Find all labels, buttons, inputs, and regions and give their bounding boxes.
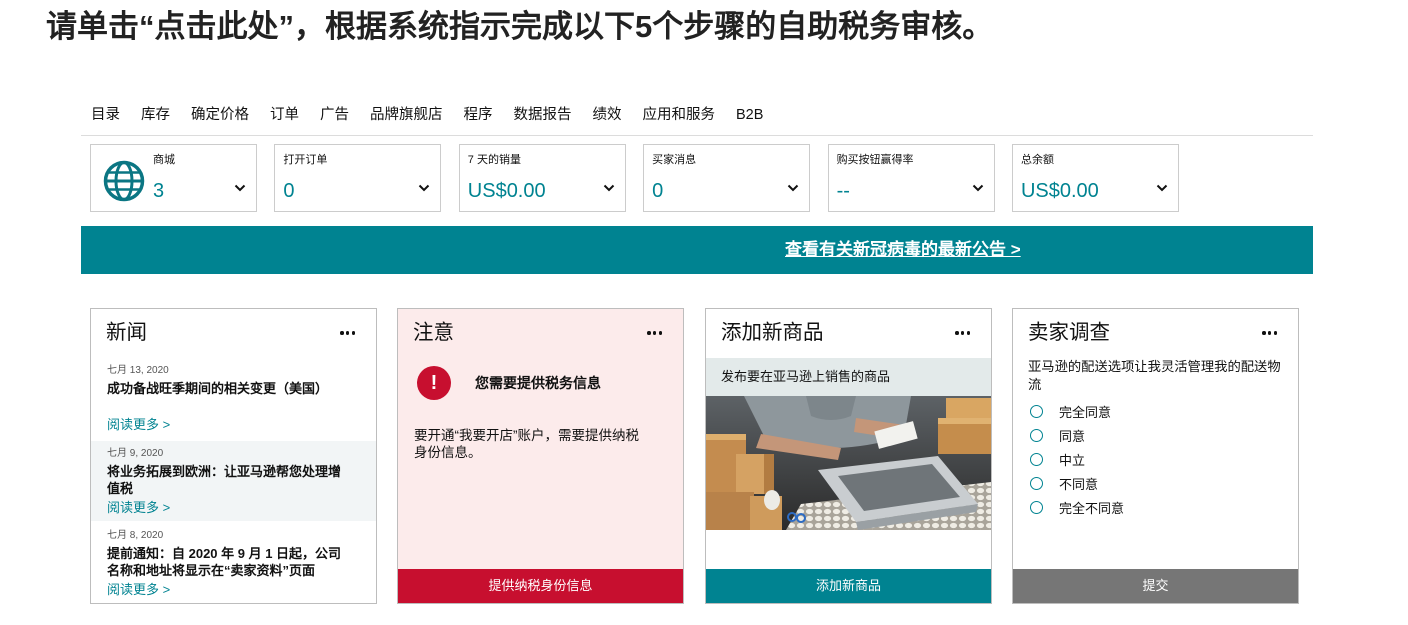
nav-item-programs[interactable]: 程序 xyxy=(464,105,493,125)
instruction-heading: 请单击“点击此处”，根据系统指示完成以下5个步骤的自助税务审核。 xyxy=(46,9,994,44)
metric-label: 7 天的销量 xyxy=(467,154,521,166)
survey-question: 亚马逊的配送选项让我灵活管理我的配送物流 xyxy=(1028,359,1281,392)
survey-option-strongly-agree[interactable]: 完全同意 xyxy=(1013,399,1124,423)
metric-card-buy-box-win-rate[interactable]: 购买按钮赢得率 -- xyxy=(827,144,995,212)
card-title: 卖家调查 xyxy=(1028,321,1110,344)
option-label: 中立 xyxy=(1059,452,1086,468)
chevron-down-icon[interactable] xyxy=(418,184,430,192)
radio-button[interactable] xyxy=(1030,428,1043,442)
add-product-card: 添加新商品 发布要在亚马逊上销售的商品 添加新商品 xyxy=(705,308,992,604)
nav-item-reports[interactable]: 数据报告 xyxy=(514,105,572,125)
news-item: 七月 9, 2020 将业务拓展到欧洲：让亚马逊帮您处理增值税 阅读更多 > xyxy=(91,441,376,521)
nav-item-pricing[interactable]: 确定价格 xyxy=(191,105,249,125)
more-icon[interactable] xyxy=(647,330,662,336)
metric-label: 购买按钮赢得率 xyxy=(836,154,914,166)
metric-label: 总余额 xyxy=(1020,154,1054,166)
news-date: 七月 8, 2020 xyxy=(107,530,164,541)
option-label: 不同意 xyxy=(1059,476,1099,492)
nav-item-performance[interactable]: 绩效 xyxy=(593,105,622,125)
news-item: 七月 8, 2020 提前通知：自 2020 年 9 月 1 日起，公司名称和地… xyxy=(91,521,376,598)
survey-option-neutral[interactable]: 中立 xyxy=(1013,447,1124,471)
option-label: 完全不同意 xyxy=(1059,500,1125,516)
radio-button[interactable] xyxy=(1030,476,1043,490)
add-product-button[interactable]: 添加新商品 xyxy=(706,569,991,603)
survey-option-agree[interactable]: 同意 xyxy=(1013,423,1124,447)
news-headline: 将业务拓展到欧洲：让亚马逊帮您处理增值税 xyxy=(107,464,342,496)
survey-option-strongly-disagree[interactable]: 完全不同意 xyxy=(1013,495,1124,519)
chevron-down-icon[interactable] xyxy=(1156,184,1168,192)
news-list: 七月 13, 2020 成功备战旺季期间的相关变更（美国） 阅读更多 > 七月 … xyxy=(91,358,376,603)
metric-card-open-orders[interactable]: 打开订单 0 xyxy=(274,144,442,212)
announcement-banner: 查看有关新冠病毒的最新公告 > xyxy=(81,226,1313,274)
covid-announcement-link[interactable]: 查看有关新冠病毒的最新公告 > xyxy=(785,226,1021,274)
metric-label: 买家消息 xyxy=(652,154,697,166)
exclamation-icon: ! xyxy=(417,366,451,400)
nav-item-stores[interactable]: 品牌旗舰店 xyxy=(370,105,443,125)
metric-value: US$0.00 xyxy=(467,180,546,202)
news-item: 七月 13, 2020 成功备战旺季期间的相关变更（美国） 阅读更多 > xyxy=(91,358,376,441)
more-icon[interactable] xyxy=(340,330,355,336)
chevron-down-icon[interactable] xyxy=(234,184,246,192)
option-label: 完全同意 xyxy=(1059,404,1112,420)
metrics-bar: 商城 3 打开订单 0 7 天的销量 US$0.00 买家消息 0 购买按钮赢得… xyxy=(90,144,1179,212)
news-date: 七月 13, 2020 xyxy=(107,365,169,376)
metric-value: 0 xyxy=(652,180,664,202)
metric-card-buyer-messages[interactable]: 买家消息 0 xyxy=(643,144,811,212)
card-title: 注意 xyxy=(413,321,454,344)
news-card: 新闻 七月 13, 2020 成功备战旺季期间的相关变更（美国） 阅读更多 > … xyxy=(90,308,377,604)
read-more-link[interactable]: 阅读更多 > xyxy=(107,581,349,598)
radio-button[interactable] xyxy=(1030,500,1043,514)
metric-value: US$0.00 xyxy=(1020,180,1099,202)
top-nav: 目录 库存 确定价格 订单 广告 品牌旗舰店 程序 数据报告 绩效 应用和服务 … xyxy=(91,105,763,125)
card-title: 添加新商品 xyxy=(721,321,824,344)
metric-card-7-day-sales[interactable]: 7 天的销量 US$0.00 xyxy=(458,144,626,212)
chevron-down-icon[interactable] xyxy=(787,184,799,192)
survey-options: 完全同意 同意 中立 不同意 完全不同意 xyxy=(1013,399,1124,519)
nav-item-orders[interactable]: 订单 xyxy=(270,105,299,125)
nav-item-advertising[interactable]: 广告 xyxy=(320,105,349,125)
more-icon[interactable] xyxy=(1262,330,1277,336)
survey-option-disagree[interactable]: 不同意 xyxy=(1013,471,1124,495)
alert-message: 要开通“我要开店”账户，需要提供纳税身份信息。 xyxy=(414,428,639,460)
chevron-down-icon[interactable] xyxy=(603,184,615,192)
submit-button[interactable]: 提交 xyxy=(1013,569,1298,603)
metric-label: 打开订单 xyxy=(283,154,328,166)
metric-value: 3 xyxy=(153,180,165,202)
metric-card-total-balance[interactable]: 总余额 US$0.00 xyxy=(1011,144,1179,212)
option-label: 同意 xyxy=(1059,428,1086,444)
chevron-down-icon[interactable] xyxy=(972,184,984,192)
seller-survey-card: 卖家调查 亚马逊的配送选项让我灵活管理我的配送物流 完全同意 同意 中立 不同意… xyxy=(1012,308,1299,604)
metric-value: -- xyxy=(836,180,850,202)
card-title: 新闻 xyxy=(106,321,147,344)
nav-item-inventory[interactable]: 库存 xyxy=(141,105,170,125)
exclamation-glyph: ! xyxy=(430,372,438,394)
alert-card: 注意 ! 您需要提供税务信息 要开通“我要开店”账户，需要提供纳税身份信息。 提… xyxy=(397,308,684,604)
news-headline: 成功备战旺季期间的相关变更（美国） xyxy=(107,381,329,396)
radio-button[interactable] xyxy=(1030,452,1043,466)
nav-item-b2b[interactable]: B2B xyxy=(736,105,763,125)
metric-label: 商城 xyxy=(153,154,175,166)
product-photo xyxy=(706,396,991,530)
news-headline: 提前通知：自 2020 年 9 月 1 日起，公司名称和地址将显示在“卖家资料”… xyxy=(107,546,342,578)
nav-item-catalog[interactable]: 目录 xyxy=(91,105,120,125)
globe-icon xyxy=(103,160,145,202)
thread-spool xyxy=(764,490,780,510)
read-more-link[interactable]: 阅读更多 > xyxy=(107,499,349,516)
metric-card-marketplaces[interactable]: 商城 3 xyxy=(90,144,257,212)
metric-value: 0 xyxy=(283,180,295,202)
more-icon[interactable] xyxy=(955,330,970,336)
nav-item-apps-services[interactable]: 应用和服务 xyxy=(643,105,716,125)
radio-button[interactable] xyxy=(1030,404,1043,418)
alert-heading: 您需要提供税务信息 xyxy=(475,375,601,391)
read-more-link[interactable]: 阅读更多 > xyxy=(107,416,349,433)
news-date: 七月 9, 2020 xyxy=(107,448,164,459)
add-product-subtitle: 发布要在亚马逊上销售的商品 xyxy=(706,358,991,396)
nav-divider xyxy=(81,135,1313,136)
provide-tax-info-button[interactable]: 提供纳税身份信息 xyxy=(398,569,683,603)
